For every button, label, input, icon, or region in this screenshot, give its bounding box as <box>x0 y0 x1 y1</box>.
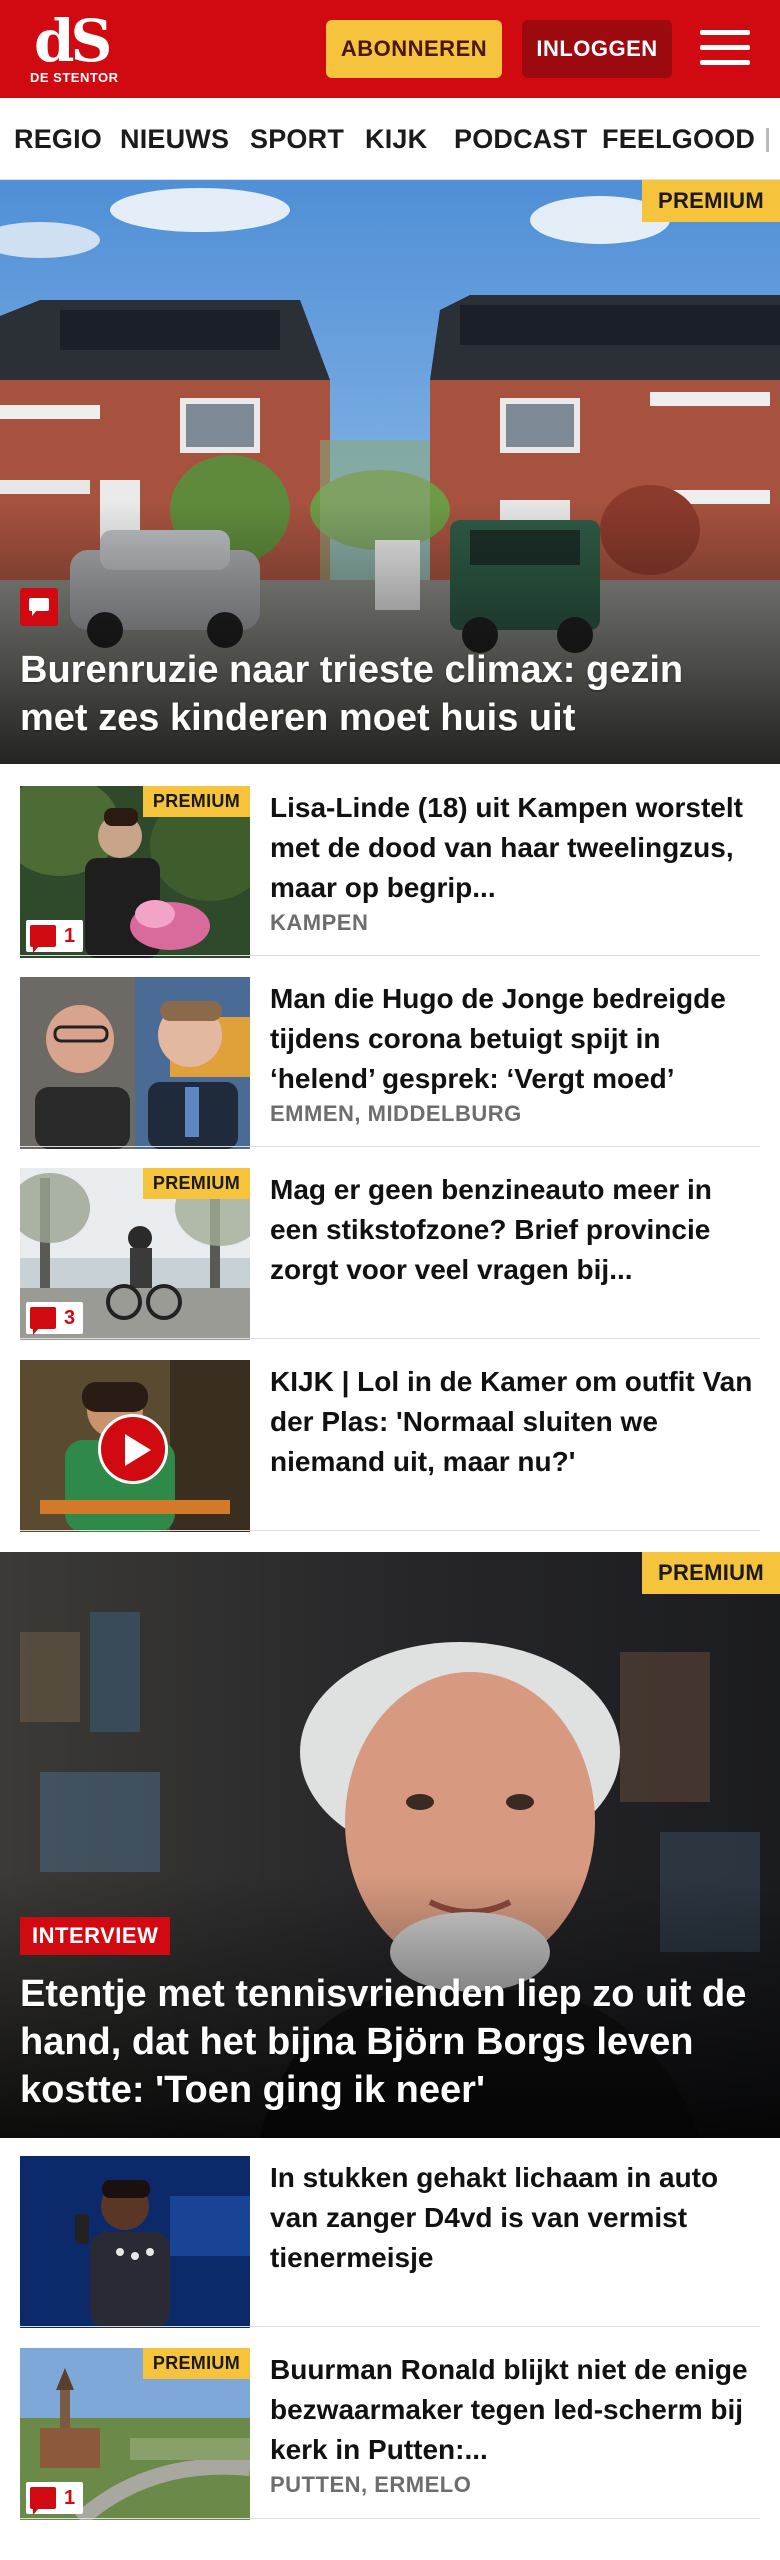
comment-count[interactable]: 1 <box>26 2482 84 2515</box>
premium-badge: PREMIUM <box>142 2348 250 2379</box>
interview-tag: INTERVIEW <box>20 1917 171 1955</box>
article-thumbnail[interactable] <box>20 2156 250 2328</box>
thumbnail-image-two-men <box>20 977 250 1149</box>
divider <box>20 1146 760 1147</box>
divider <box>20 1338 760 1339</box>
article-location: EMMEN, MIDDELBURG <box>270 1101 522 1126</box>
comment-count-value: 1 <box>64 924 76 947</box>
article-title[interactable]: Lisa-Linde (18) uit Kampen worstelt met … <box>270 788 760 908</box>
article-item-lisa-linde[interactable]: PREMIUM 1 Lisa-Linde (18) uit Kampen wor… <box>20 786 760 978</box>
article-item-van-der-plas[interactable]: KIJK | Lol in de Kamer om outfit Van der… <box>20 1360 760 1552</box>
logo-text: DE STENTOR <box>30 70 119 85</box>
hero-article-bjorn-borg[interactable]: PREMIUM INTERVIEW Etentje met tennisvrie… <box>0 1552 780 2138</box>
nav-item-nieuws[interactable]: NIEUWS <box>120 124 229 155</box>
nav-item-kijk[interactable]: KIJK <box>365 124 427 155</box>
article-title[interactable]: Buurman Ronald blijkt niet de enige bezw… <box>270 2350 760 2470</box>
top-bar: dS DE STENTOR ABONNEREN INLOGGEN <box>0 0 780 98</box>
premium-badge: PREMIUM <box>642 180 780 222</box>
divider <box>20 2518 760 2519</box>
article-title[interactable]: Man die Hugo de Jonge bedreigde tijdens … <box>270 979 760 1099</box>
article-item-putten-led[interactable]: PREMIUM 1 Buurman Ronald blijkt niet de … <box>20 2348 760 2540</box>
article-thumbnail[interactable]: PREMIUM 1 <box>20 2348 250 2520</box>
article-thumbnail[interactable] <box>20 1360 250 1532</box>
subscribe-button[interactable]: ABONNEREN <box>326 20 502 78</box>
logo-mark: dS <box>34 7 112 75</box>
hero-title[interactable]: Burenruzie naar trieste climax: gezin me… <box>20 646 760 742</box>
article-location: PUTTEN, ERMELO <box>270 2472 472 2497</box>
article-title[interactable]: KIJK | Lol in de Kamer om outfit Van der… <box>270 1362 760 1482</box>
article-item-stikstofzone[interactable]: PREMIUM 3 Mag er geen benzineauto meer i… <box>20 1168 760 1360</box>
comment-count-value: 3 <box>64 1306 76 1329</box>
divider <box>20 1530 760 1531</box>
comment-bubble-icon <box>20 588 58 626</box>
section-nav: REGIO NIEUWS SPORT KIJK PODCAST FEELGOOD <box>0 98 780 180</box>
hero-article-burenruzie[interactable]: PREMIUM Burenruzie naar trieste climax: … <box>0 180 780 764</box>
article-thumbnail[interactable]: PREMIUM 3 <box>20 1168 250 1340</box>
article-item-d4vd[interactable]: In stukken gehakt lichaam in auto van za… <box>20 2156 760 2348</box>
site-logo[interactable]: dS DE STENTOR <box>30 7 118 92</box>
nav-item-regio[interactable]: REGIO <box>14 124 102 155</box>
comment-bubble-icon <box>30 1307 56 1335</box>
comment-count-value: 1 <box>64 2486 76 2509</box>
comment-count[interactable]: 3 <box>26 1302 84 1335</box>
article-location: KAMPEN <box>270 910 369 935</box>
article-title[interactable]: In stukken gehakt lichaam in auto van za… <box>270 2158 760 2278</box>
play-icon[interactable] <box>98 1414 168 1484</box>
article-title[interactable]: Mag er geen benzineauto meer in een stik… <box>270 1170 760 1290</box>
nav-item-podcast[interactable]: PODCAST <box>454 124 587 155</box>
article-item-hugo-de-jonge[interactable]: Man die Hugo de Jonge bedreigde tijdens … <box>20 977 760 1169</box>
nav-item-sport[interactable]: SPORT <box>250 124 344 155</box>
hamburger-menu-icon[interactable] <box>700 26 750 70</box>
comment-count[interactable]: 1 <box>26 920 84 953</box>
comment-bubble-icon <box>30 2487 56 2515</box>
login-button[interactable]: INLOGGEN <box>522 20 672 78</box>
nav-overflow-indicator <box>766 128 769 152</box>
divider <box>20 955 760 956</box>
hero-title[interactable]: Etentje met tennisvrienden liep zo uit d… <box>20 1970 760 2114</box>
premium-badge: PREMIUM <box>642 1552 780 1594</box>
comment-bubble-icon <box>30 925 56 953</box>
article-thumbnail[interactable] <box>20 977 250 1149</box>
divider <box>20 2326 760 2327</box>
thumbnail-image-singer <box>20 2156 250 2328</box>
nav-item-feelgood[interactable]: FEELGOOD <box>602 124 755 155</box>
premium-badge: PREMIUM <box>142 1168 250 1199</box>
premium-badge: PREMIUM <box>142 786 250 817</box>
article-thumbnail[interactable]: PREMIUM 1 <box>20 786 250 958</box>
